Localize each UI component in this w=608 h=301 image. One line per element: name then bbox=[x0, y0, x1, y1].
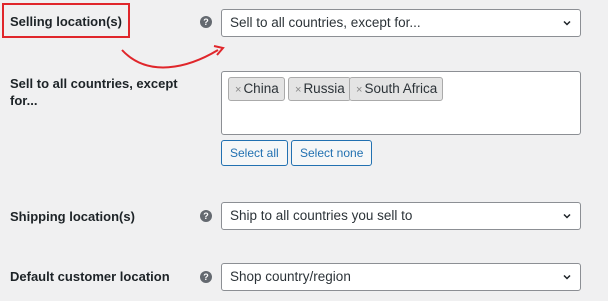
close-icon[interactable]: × bbox=[235, 84, 241, 96]
country-chip-china[interactable]: × China bbox=[228, 77, 285, 101]
selling-location-value: Sell to all countries, except for... bbox=[230, 15, 421, 30]
chevron-down-icon bbox=[563, 213, 571, 219]
select-all-button[interactable]: Select all bbox=[221, 140, 288, 166]
help-icon[interactable]: ? bbox=[200, 210, 212, 222]
except-countries-multiselect[interactable]: × China × Russia × South Africa bbox=[221, 71, 581, 135]
close-icon[interactable]: × bbox=[295, 84, 301, 96]
chip-label: South Africa bbox=[364, 81, 438, 96]
chip-label: Russia bbox=[303, 81, 345, 96]
default-customer-location-value: Shop country/region bbox=[230, 269, 351, 284]
shipping-location-value: Ship to all countries you sell to bbox=[230, 208, 413, 223]
default-customer-location-select[interactable]: Shop country/region bbox=[221, 263, 581, 291]
shipping-location-select[interactable]: Ship to all countries you sell to bbox=[221, 202, 581, 230]
shipping-location-label: Shipping location(s) bbox=[10, 209, 135, 224]
default-customer-location-label: Default customer location bbox=[10, 269, 170, 284]
country-chip-russia[interactable]: × Russia bbox=[288, 77, 351, 101]
help-icon[interactable]: ? bbox=[200, 271, 212, 283]
annotation-arrow bbox=[121, 45, 225, 69]
country-chip-south-africa[interactable]: × South Africa bbox=[349, 77, 444, 101]
chevron-down-icon bbox=[563, 20, 571, 26]
selling-location-label: Selling location(s) bbox=[10, 14, 122, 29]
except-countries-label: Sell to all countries, except for... bbox=[10, 76, 178, 108]
help-icon[interactable]: ? bbox=[200, 16, 212, 28]
chip-label: China bbox=[243, 81, 279, 96]
close-icon[interactable]: × bbox=[356, 84, 362, 96]
select-none-button[interactable]: Select none bbox=[291, 140, 373, 166]
chevron-down-icon bbox=[563, 274, 571, 280]
selling-location-select[interactable]: Sell to all countries, except for... bbox=[221, 9, 581, 37]
